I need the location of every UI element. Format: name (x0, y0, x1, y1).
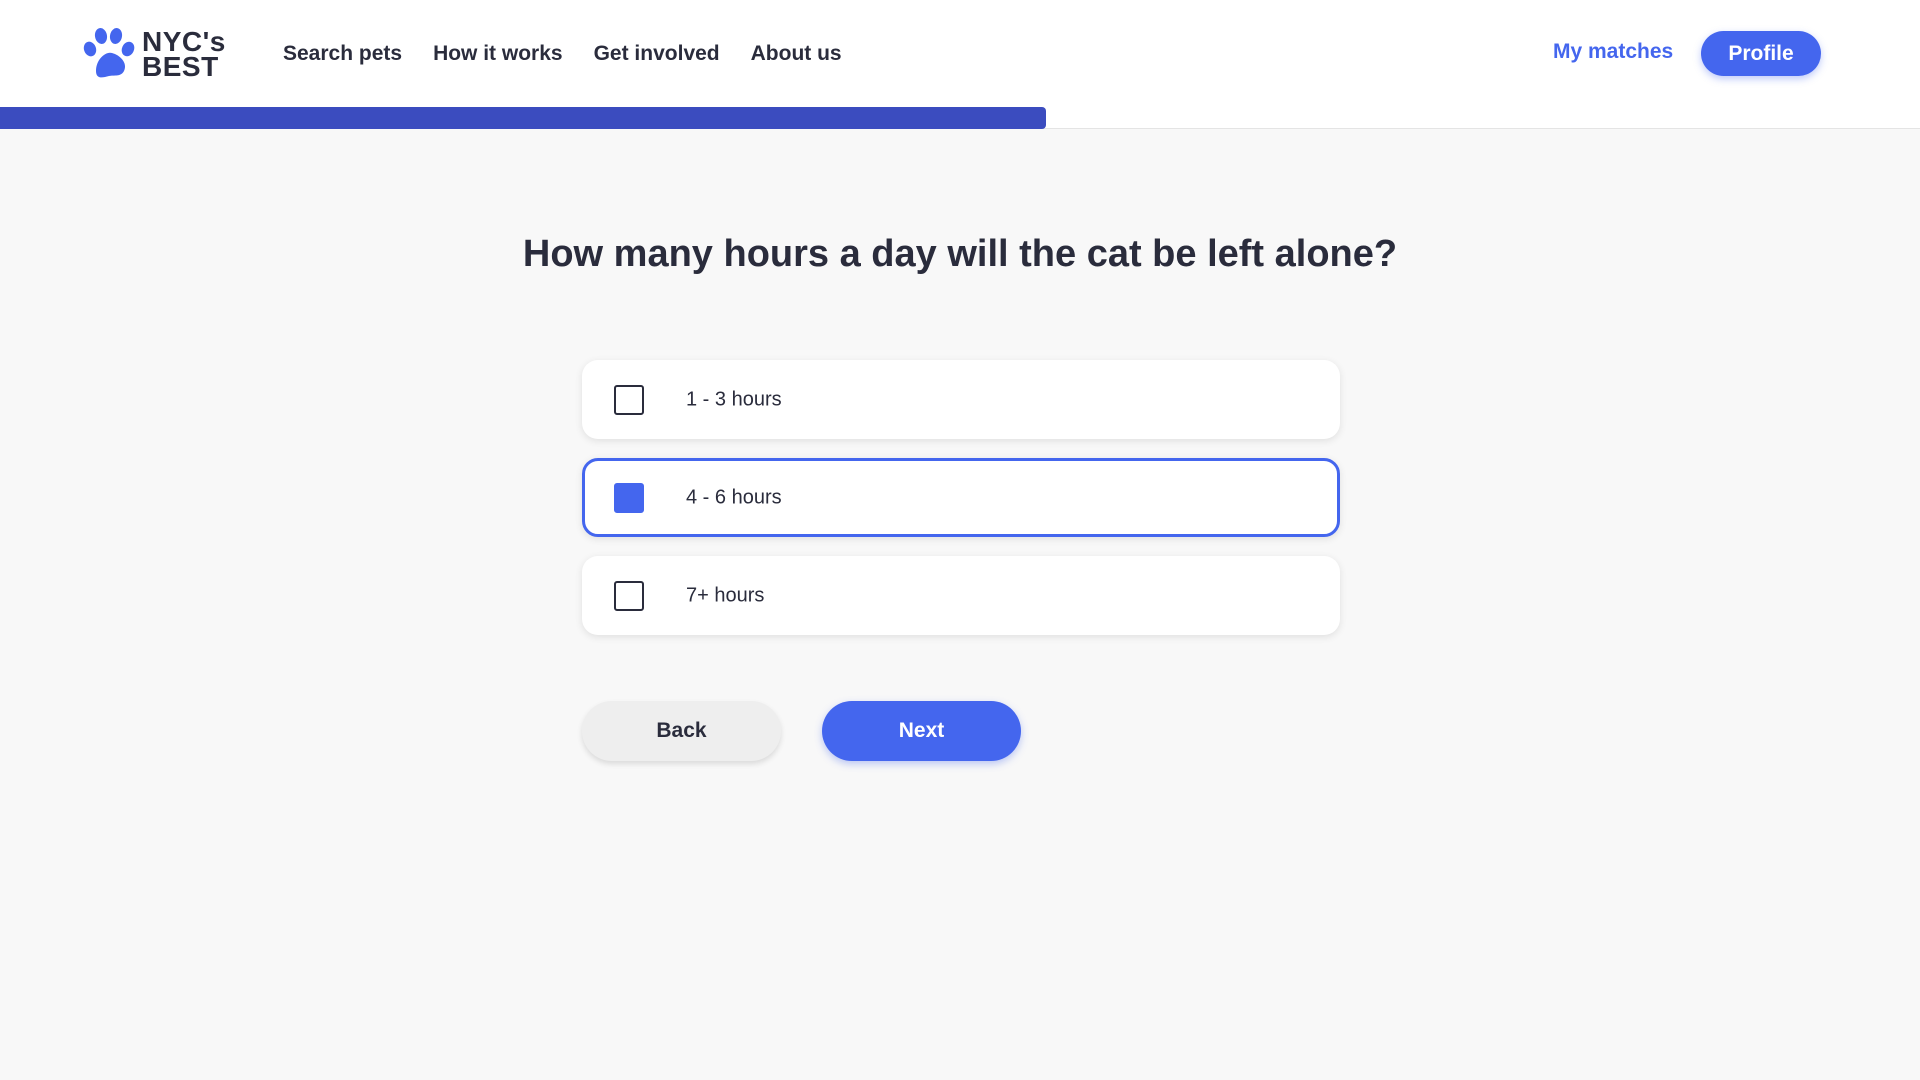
answer-label: 1 - 3 hours (686, 388, 782, 410)
nav-about-us[interactable]: About us (751, 42, 842, 66)
answer-label: 4 - 6 hours (686, 486, 782, 508)
answer-option-4-6-hours[interactable]: 4 - 6 hours (582, 458, 1340, 537)
quiz-progress-bar (0, 107, 1920, 129)
brand-wordmark: NYC's BEST (142, 28, 226, 82)
site-header: NYC's BEST Search pets How it works Get … (0, 0, 1920, 107)
answer-option-1-3-hours[interactable]: 1 - 3 hours (582, 360, 1340, 439)
answer-options: 1 - 3 hours 4 - 6 hours 7+ hours (582, 360, 1340, 635)
quiz-question: How many hours a day will the cat be lef… (522, 233, 1398, 275)
profile-button[interactable]: Profile (1701, 31, 1821, 76)
nav-how-it-works[interactable]: How it works (433, 42, 563, 66)
answer-label: 7+ hours (686, 584, 765, 606)
next-button[interactable]: Next (822, 701, 1021, 761)
brand-logo[interactable]: NYC's BEST (82, 26, 226, 82)
nav-get-involved[interactable]: Get involved (594, 42, 720, 66)
brand-line-2: BEST (142, 51, 219, 82)
checkbox[interactable] (614, 482, 644, 513)
my-matches-link[interactable]: My matches (1553, 40, 1673, 68)
main-nav: Search pets How it works Get involved Ab… (283, 0, 842, 107)
back-button[interactable]: Back (582, 701, 781, 761)
quiz-progress-fill (0, 107, 1047, 129)
checkbox[interactable] (614, 384, 644, 415)
answer-option-7-plus-hours[interactable]: 7+ hours (582, 556, 1340, 635)
checkbox[interactable] (614, 580, 644, 611)
quiz-actions: Back Next (582, 701, 1021, 761)
nav-search-pets[interactable]: Search pets (283, 42, 402, 66)
paw-icon (83, 28, 135, 78)
